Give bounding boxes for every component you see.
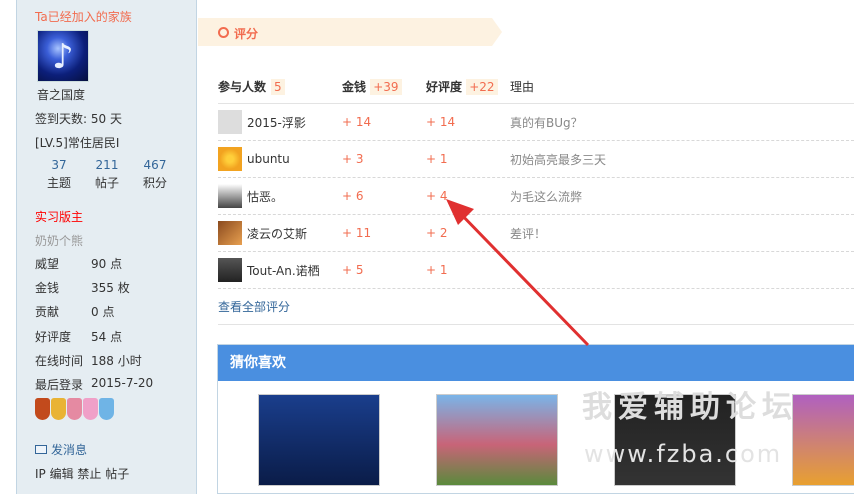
kv-contribution: 贡献 0 点	[35, 305, 115, 319]
watermark: 我爱辅助论坛	[582, 390, 798, 425]
rating-table-header: 参与人数 5 金钱 +39 好评度 +22 理由	[218, 70, 854, 104]
recommend-thumb[interactable]	[792, 394, 854, 486]
checkin-days: 签到天数: 50 天	[35, 112, 122, 126]
user-role-sub: 奶奶个熊	[35, 234, 84, 248]
kv-money: 金钱 355 枚	[35, 281, 130, 295]
stat-topics[interactable]: 37 主题	[35, 156, 83, 192]
username[interactable]: 音之国度	[37, 86, 85, 103]
circle-icon	[218, 27, 229, 38]
user-sidebar: Ta已经加入的家族 ♪ 音之国度 签到天数: 50 天 [LV.5]常住居民I …	[16, 0, 197, 494]
user-level: [LV.5]常住居民I	[35, 136, 120, 150]
user-avatar[interactable]	[218, 258, 242, 282]
user-role: 实习版主	[35, 210, 84, 224]
medal-icon[interactable]	[35, 398, 50, 420]
recommend-thumb[interactable]	[436, 394, 558, 486]
send-message-link[interactable]: 发消息	[35, 441, 87, 458]
kv-prestige: 威望 90 点	[35, 257, 123, 271]
table-row: ubuntu + 3 + 1 初始高亮最多三天	[218, 141, 854, 178]
avatar[interactable]: ♪	[37, 30, 89, 82]
medals	[35, 398, 114, 420]
kv-last-login: 最后登录 2015-7-20	[35, 376, 154, 392]
user-avatar[interactable]	[218, 184, 242, 208]
recommend-thumb[interactable]	[258, 394, 380, 486]
watermark-url: www.fzba.com	[584, 440, 783, 468]
table-row: 2015-浮影 + 14 + 14 真的有BUg？	[218, 104, 854, 141]
medal-icon[interactable]	[67, 398, 82, 420]
envelope-icon	[35, 445, 47, 454]
user-avatar[interactable]	[218, 147, 242, 171]
medal-icon[interactable]	[51, 398, 66, 420]
user-avatar[interactable]	[218, 110, 242, 134]
admin-ops[interactable]: IP 编辑 禁止 帖子	[35, 465, 129, 482]
treble-clef-icon: ♪	[52, 37, 74, 77]
stat-posts[interactable]: 211 帖子	[83, 156, 131, 192]
stat-points[interactable]: 467 积分	[131, 156, 179, 192]
medal-icon[interactable]	[99, 398, 114, 420]
rating-header: 评分	[198, 18, 502, 46]
family-title: Ta已经加入的家族	[35, 10, 132, 24]
user-stats: 37 主题 211 帖子 467 积分	[35, 156, 195, 192]
kv-online-time: 在线时间 188 小时	[35, 354, 142, 368]
kv-goodrating: 好评度 54 点	[35, 330, 123, 344]
user-avatar[interactable]	[218, 221, 242, 245]
medal-icon[interactable]	[83, 398, 98, 420]
annotation-arrow-icon	[446, 199, 590, 347]
